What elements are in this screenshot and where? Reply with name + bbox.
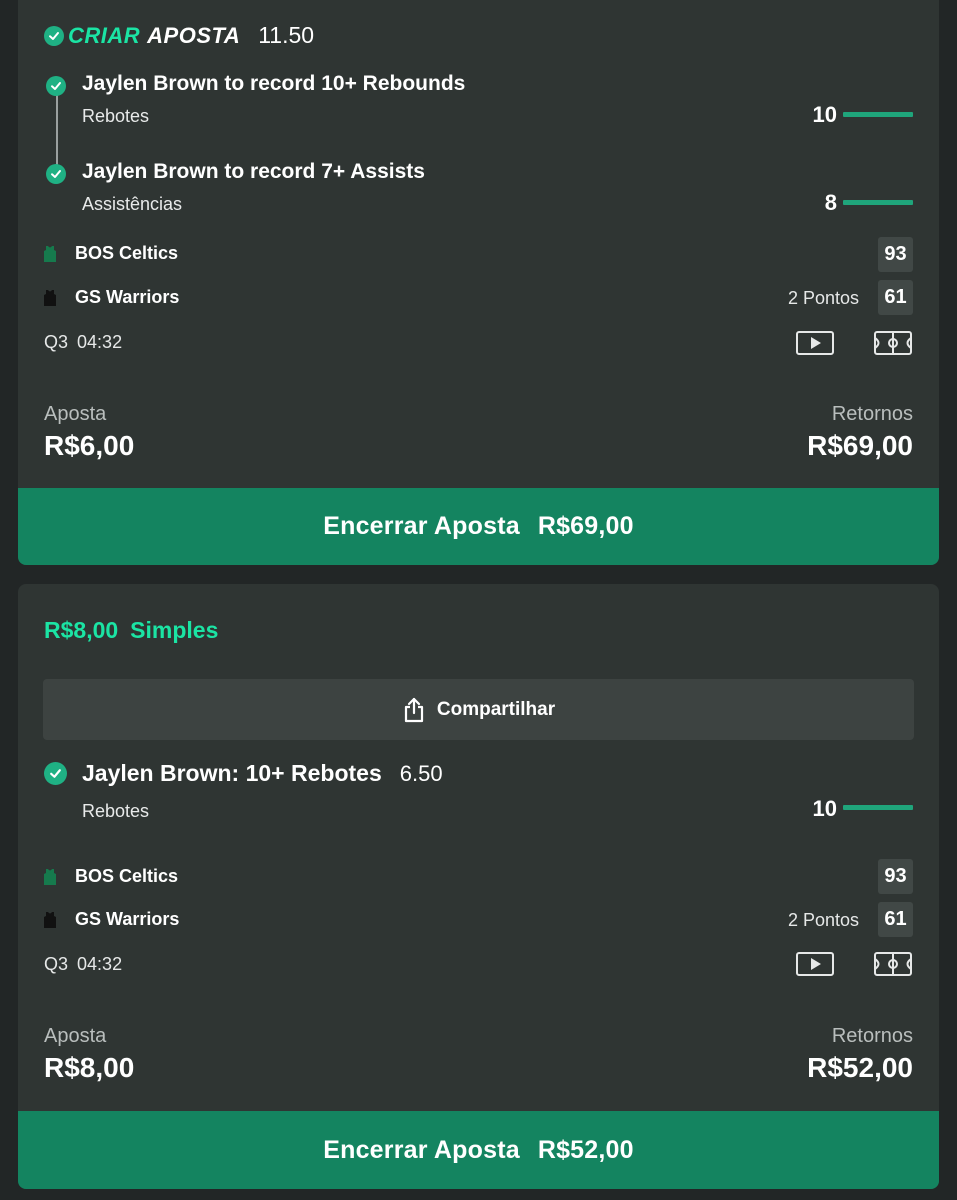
- points-note: 2 Pontos: [787, 288, 859, 308]
- check-icon: [46, 76, 66, 96]
- selection-title: Jaylen Brown to record 10+ Rebounds: [82, 72, 466, 95]
- bet-card-single: R$8,00 Simples Compartilhar Jaylen Brown:…: [18, 584, 939, 1189]
- returns-amount: R$52,00: [807, 1052, 913, 1083]
- play-video-icon[interactable]: [796, 952, 834, 976]
- selection-connector: [56, 94, 58, 172]
- bet-type: Simples: [130, 617, 219, 643]
- stat-label: Rebotes: [82, 106, 150, 126]
- cashout-button[interactable]: Encerrar Aposta R$52,00: [18, 1111, 939, 1189]
- bet-amount: R$8,00: [44, 617, 119, 643]
- team-name: BOS Celtics: [75, 866, 179, 886]
- stat-label: Assistências: [82, 194, 183, 214]
- check-icon: [44, 762, 67, 785]
- stake-label: Aposta: [44, 1025, 107, 1047]
- combined-odds: 11.50: [258, 22, 315, 48]
- play-video-icon[interactable]: [796, 331, 834, 355]
- team-row-away: GS Warriors: [44, 909, 179, 930]
- cashout-button[interactable]: Encerrar Aposta R$69,00: [18, 488, 939, 565]
- jersey-icon: [44, 289, 56, 306]
- stat-label: Rebotes: [82, 801, 150, 821]
- stat-value: 10: [812, 102, 837, 127]
- bet-card-bet-builder: CRIAR APOSTA 11.50 Jaylen Brown to recor…: [18, 0, 939, 565]
- share-button[interactable]: Compartilhar: [43, 679, 914, 740]
- game-clock: Q3 04:32: [44, 954, 122, 975]
- share-label: Compartilhar: [436, 698, 556, 720]
- game-period: Q3: [44, 954, 69, 974]
- jersey-icon: [44, 911, 56, 928]
- court-icon[interactable]: [874, 331, 912, 355]
- stat-value: 10: [812, 796, 837, 821]
- stake-amount: R$8,00: [44, 1052, 135, 1083]
- team-score: 61: [878, 280, 913, 315]
- cashout-label: Encerrar Aposta: [323, 1135, 520, 1164]
- logo-aposta: APOSTA: [147, 22, 241, 48]
- team-score: 93: [878, 859, 913, 894]
- returns-amount: R$69,00: [807, 430, 913, 461]
- selection-header: Jaylen Brown: 10+ Rebotes 6.50: [82, 760, 443, 787]
- bet-builder-header: CRIAR APOSTA 11.50: [44, 22, 314, 49]
- bet-header: R$8,00 Simples: [44, 617, 218, 644]
- game-time: 04:32: [77, 332, 123, 352]
- team-name: BOS Celtics: [75, 243, 179, 263]
- game-period: Q3: [44, 332, 69, 352]
- cashout-amount: R$52,00: [537, 1135, 634, 1164]
- selection-odds: 6.50: [399, 761, 443, 786]
- game-clock: Q3 04:32: [44, 332, 122, 353]
- stat-progress-bar: [843, 200, 913, 205]
- share-icon: [404, 697, 423, 722]
- court-icon[interactable]: [874, 952, 912, 976]
- returns-label: Retornos: [831, 403, 913, 425]
- points-note: 2 Pontos: [787, 910, 859, 930]
- logo-criar: CRIAR: [68, 22, 141, 48]
- returns-label: Retornos: [831, 1025, 913, 1047]
- stake-amount: R$6,00: [44, 430, 135, 461]
- team-row-home: BOS Celtics: [44, 243, 178, 264]
- check-icon: [46, 164, 66, 184]
- jersey-icon: [44, 868, 56, 885]
- selection-title: Jaylen Brown: 10+ Rebotes: [82, 760, 382, 786]
- cashout-label: Encerrar Aposta: [323, 512, 520, 540]
- stat-progress-bar: [843, 112, 913, 117]
- stat-value: 8: [824, 190, 837, 215]
- team-score: 61: [878, 902, 913, 937]
- check-icon: [44, 25, 64, 46]
- team-name: GS Warriors: [75, 909, 180, 929]
- team-score: 93: [878, 237, 913, 272]
- team-row-home: BOS Celtics: [44, 866, 178, 887]
- selection-title: Jaylen Brown to record 7+ Assists: [82, 160, 425, 183]
- team-name: GS Warriors: [75, 287, 180, 307]
- game-time: 04:32: [77, 954, 123, 974]
- jersey-icon: [44, 245, 56, 262]
- stat-progress-bar: [843, 805, 913, 810]
- cashout-amount: R$69,00: [537, 512, 634, 540]
- stake-label: Aposta: [44, 403, 107, 425]
- team-row-away: GS Warriors: [44, 287, 179, 308]
